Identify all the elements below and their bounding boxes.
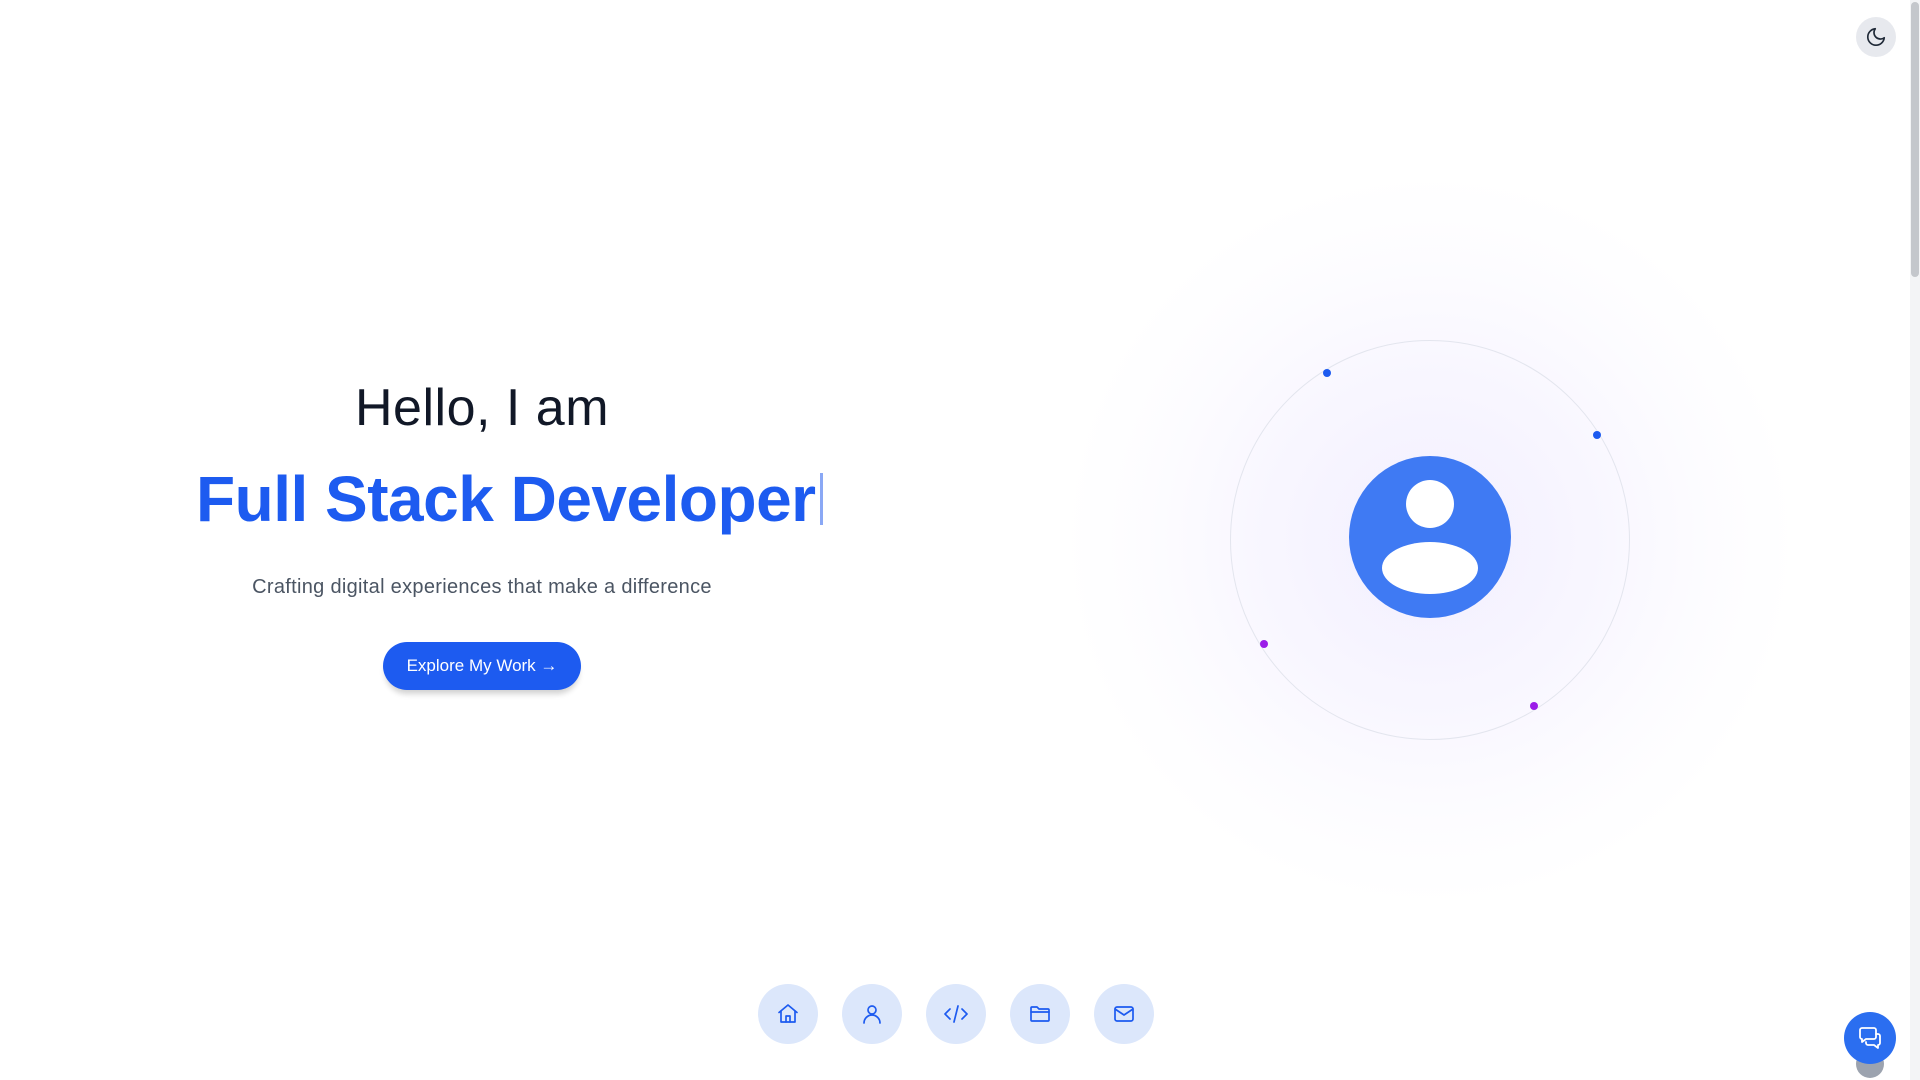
nav-home-button[interactable] [758,984,818,1044]
chat-icon [1859,1027,1881,1049]
orbit-dot-purple-1 [1260,640,1268,648]
nav-skills-button[interactable] [926,984,986,1044]
hero-role-text: Full Stack Developer [196,463,816,535]
avatar-illustration [1070,180,1790,900]
chat-button[interactable] [1844,1012,1896,1064]
bottom-nav [758,984,1154,1044]
mail-icon [1114,1006,1134,1022]
orbit-dot-blue-2 [1593,431,1601,439]
moon-icon [1866,27,1886,47]
folder-icon [1030,1006,1050,1022]
code-icon [944,1005,968,1023]
nav-projects-button[interactable] [1010,984,1070,1044]
scrollbar-thumb[interactable] [1911,2,1919,277]
user-icon [863,1005,881,1024]
orbit-dot-blue-1 [1323,369,1331,377]
hero-greeting: Hello, I am [354,379,610,437]
user-avatar-icon [1349,456,1511,618]
hero-tagline: Crafting digital experiences that make a… [252,576,712,598]
scrollbar[interactable] [1910,0,1920,1080]
orbit-dot-purple-2 [1530,702,1538,710]
typing-cursor [819,473,823,525]
hero-section: Hello, I am Full Stack Developer Craftin… [0,0,964,1080]
nav-about-button[interactable] [842,984,902,1044]
theme-toggle-button[interactable] [1856,17,1896,57]
home-icon [778,1004,798,1023]
portfolio-page: Hello, I am Full Stack Developer Craftin… [0,0,1920,1080]
explore-work-button[interactable]: Explore My Work → [383,642,581,690]
nav-contact-button[interactable] [1094,984,1154,1044]
hero-role: Full Stack Developer [196,462,823,536]
